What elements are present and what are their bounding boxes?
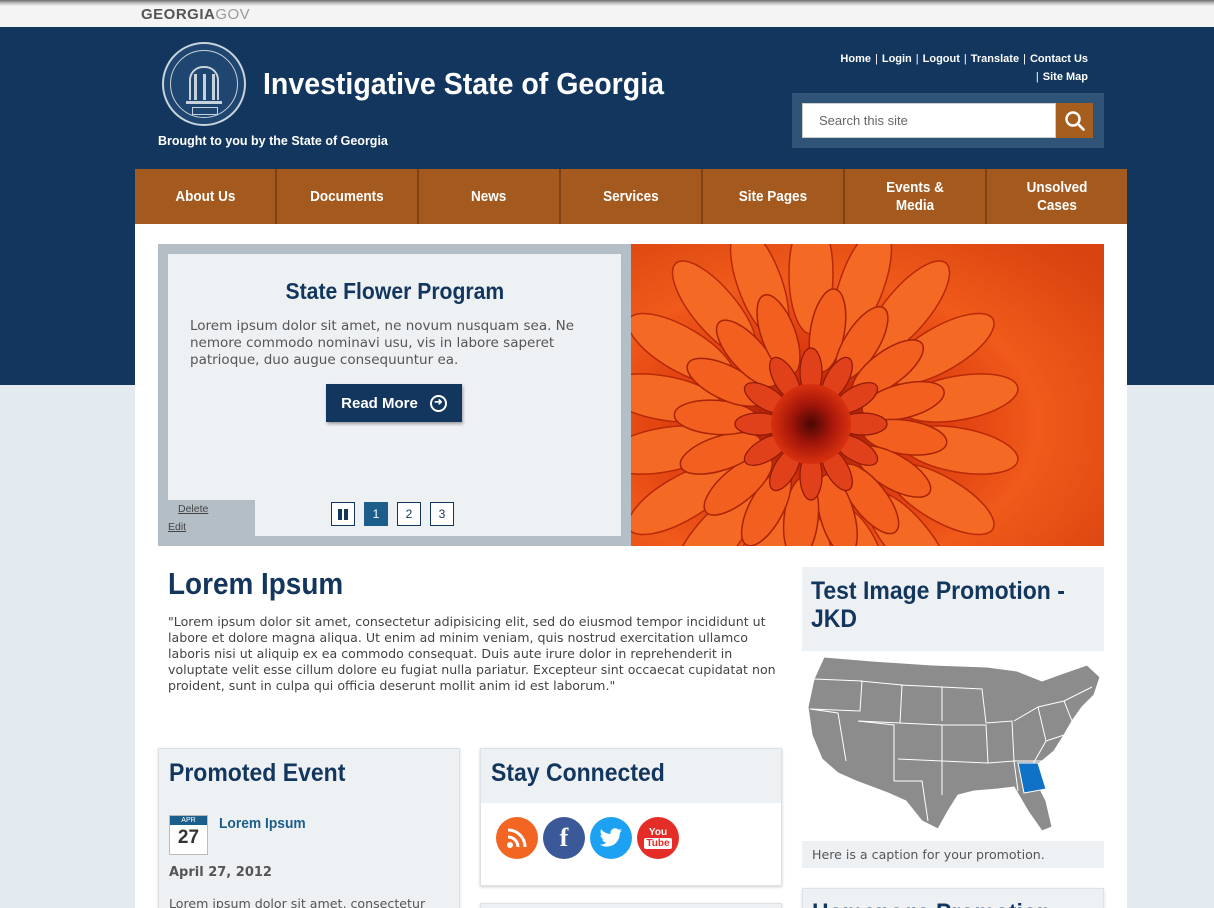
youtube-tube: Tube [644, 838, 672, 849]
nav-site-pages[interactable]: Site Pages [703, 169, 845, 224]
lower-card [480, 903, 782, 908]
util-link-login[interactable]: Login [882, 53, 912, 65]
promo2-heading: Homepage Promotion [812, 899, 1051, 908]
util-link-contact[interactable]: Contact Us [1030, 53, 1088, 65]
util-link-home[interactable]: Home [840, 53, 871, 65]
flower-image [631, 244, 1104, 546]
delete-link[interactable]: Delete [178, 503, 208, 515]
cal-month: APR [170, 816, 207, 825]
search-input[interactable]: Search this site [802, 103, 1056, 138]
pause-icon[interactable] [331, 502, 355, 526]
util-link-sitemap[interactable]: Site Map [1043, 71, 1088, 83]
nav-about-us[interactable]: About Us [135, 169, 277, 224]
calendar-icon: APR 27 [169, 815, 208, 855]
promo-caption: Here is a caption for your promotion. [802, 841, 1104, 868]
homepage-promotion-card: Homepage Promotion [802, 888, 1104, 908]
promo-heading: Test Image Promotion - JKD [811, 577, 1065, 633]
search-icon [1064, 110, 1085, 131]
intro-title: Lorem Ipsum [168, 566, 344, 601]
slide-text: Lorem ipsum dolor sit amet, ne novum nus… [190, 318, 575, 368]
arrow-right-icon: ➜ [429, 394, 447, 412]
nav-unsolved-cases[interactable]: Unsolved Cases [987, 169, 1127, 224]
edit-link[interactable]: Edit [168, 521, 186, 533]
social-icons: f You Tube [481, 803, 781, 873]
utility-links: Home | Login | Logout | Translate | Contact Us |… [840, 53, 1088, 83]
search-box: Search this site [792, 93, 1104, 148]
promoted-event-card: Promoted Event APR 27 Lorem Ipsum April … [158, 748, 460, 908]
read-more-button[interactable]: Read More ➜ [326, 384, 462, 422]
state-seal-logo[interactable] [162, 42, 246, 126]
nav-events-media[interactable]: Events & Media [845, 169, 987, 224]
search-button[interactable] [1056, 103, 1093, 138]
read-more-label: Read More [341, 394, 418, 412]
slide-title: State Flower Program [285, 278, 504, 304]
stay-connected-header: Stay Connected [481, 749, 781, 803]
site-title[interactable]: Investigative State of Georgia [263, 66, 664, 102]
nav-news[interactable]: News [419, 169, 561, 224]
util-link-translate[interactable]: Translate [971, 53, 1019, 65]
event-heading: Promoted Event [169, 759, 346, 787]
promo-header: Test Image Promotion - JKD [802, 567, 1104, 651]
gov-brand-bold: GEORGIA [141, 6, 216, 23]
site-tagline: Brought to you by the State of Georgia [158, 134, 388, 148]
georgia-gov-logo[interactable]: GEORGIAGOV [141, 6, 250, 23]
event-text: Lorem ipsum dolor sit amet, consectetur [169, 896, 426, 908]
gov-brand-light: GOV [215, 6, 251, 23]
cal-day: 27 [177, 827, 200, 848]
intro-text: "Lorem ipsum dolor sit amet, consectetur… [168, 614, 776, 693]
nav-documents[interactable]: Documents [277, 169, 419, 224]
event-date: April 27, 2012 [169, 865, 272, 880]
nav-services[interactable]: Services [561, 169, 703, 224]
youtube-you: You [648, 827, 668, 838]
youtube-icon[interactable]: You Tube [637, 817, 679, 859]
event-link[interactable]: Lorem Ipsum [219, 815, 306, 832]
facebook-icon[interactable]: f [543, 817, 585, 859]
slide-page-2[interactable]: 2 [397, 502, 421, 526]
rss-icon[interactable] [496, 817, 538, 859]
slide-page-1[interactable]: 1 [364, 502, 388, 526]
stay-connected-card: Stay Connected f You Tube [480, 748, 782, 886]
slider-pager: 1 2 3 [331, 502, 454, 526]
admin-controls: Delete Edit [158, 500, 255, 546]
stay-connected-heading: Stay Connected [491, 759, 665, 787]
main-nav: About Us Documents News Services Site Pa… [135, 169, 1127, 224]
image-promotion: Test Image Promotion - JKD Here is a cap… [802, 567, 1104, 868]
twitter-icon[interactable] [590, 817, 632, 859]
event-header: Promoted Event [159, 749, 459, 798]
us-map-image[interactable] [802, 651, 1104, 841]
slide-page-3[interactable]: 3 [430, 502, 454, 526]
util-link-logout[interactable]: Logout [923, 53, 960, 65]
